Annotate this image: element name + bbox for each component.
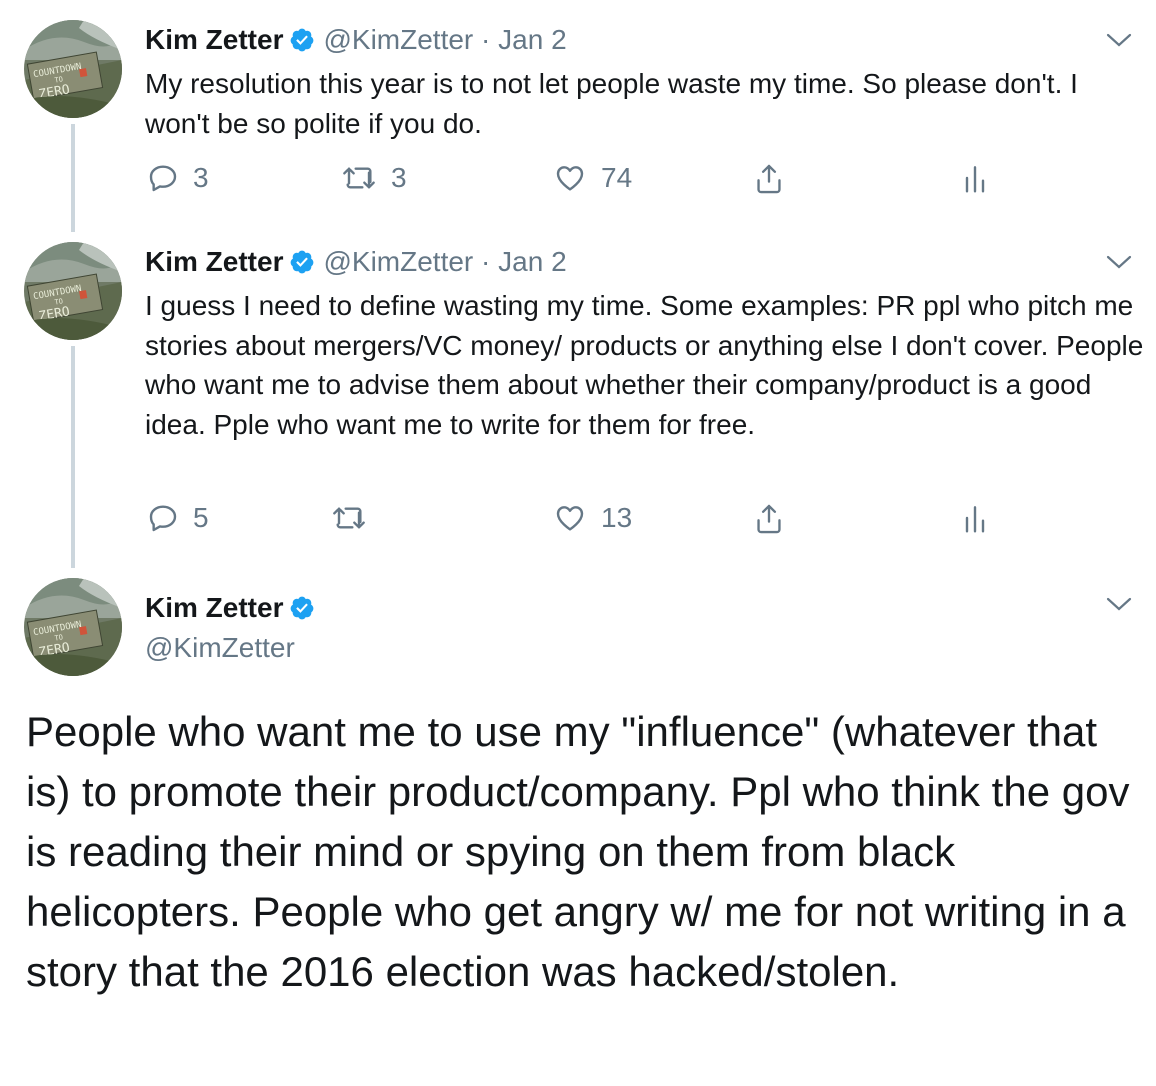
tweet-text: I guess I need to define wasting my time… <box>145 290 1144 440</box>
tweet-header: Kim Zetter <box>145 592 323 624</box>
avatar[interactable] <box>24 20 122 118</box>
reply-icon <box>149 165 177 192</box>
reply-count: 5 <box>193 502 209 533</box>
avatar-image <box>24 578 122 676</box>
avatar[interactable] <box>24 242 122 340</box>
share-icon <box>757 504 781 534</box>
avatar-image <box>24 20 122 118</box>
author-handle-line: @KimZetter <box>145 632 295 664</box>
retweet-count: 3 <box>391 162 407 193</box>
retweet-icon <box>343 167 375 189</box>
like-icon <box>556 506 584 531</box>
tweet-text: My resolution this year is to not let pe… <box>145 68 1078 139</box>
author-name[interactable]: Kim Zetter <box>145 592 283 623</box>
retweet-button[interactable] <box>331 502 381 534</box>
share-icon <box>757 164 781 194</box>
author-handle[interactable]: @KimZetter <box>145 632 295 663</box>
thread-line <box>71 346 75 568</box>
tweet-2[interactable]: Kim Zetter @KimZetter · Jan 2 I guess I n… <box>0 230 1156 570</box>
tweet-actions: 3 3 74 <box>145 162 1005 202</box>
author-name[interactable]: Kim Zetter <box>145 24 283 55</box>
analytics-icon <box>965 166 985 193</box>
reply-button[interactable]: 5 <box>147 502 209 534</box>
tweet-1[interactable]: Kim Zetter @KimZetter · Jan 2 My resoluti… <box>0 0 1156 232</box>
separator-dot: · <box>481 246 491 277</box>
author-handle[interactable]: @KimZetter <box>323 24 473 55</box>
retweet-button[interactable]: 3 <box>341 162 407 194</box>
avatar[interactable] <box>24 578 122 676</box>
like-button[interactable]: 13 <box>553 502 632 534</box>
analytics-button[interactable] <box>963 162 987 194</box>
avatar-image <box>24 242 122 340</box>
share-button[interactable] <box>753 502 785 536</box>
verified-badge-icon <box>291 250 314 274</box>
reply-button[interactable]: 3 <box>147 162 209 194</box>
thread-line <box>71 124 75 232</box>
retweet-icon <box>333 507 365 529</box>
chevron-down-icon[interactable] <box>1106 254 1132 270</box>
reply-count: 3 <box>193 162 209 193</box>
analytics-icon <box>965 506 985 533</box>
tweet-actions: 5 13 <box>145 502 1005 542</box>
tweet-3-main[interactable]: Kim Zetter @KimZetter People who want me… <box>0 570 1156 1086</box>
chevron-down-icon[interactable] <box>1106 596 1132 612</box>
reply-icon <box>149 505 177 532</box>
tweet-date[interactable]: Jan 2 <box>498 24 567 55</box>
tweet-header: Kim Zetter @KimZetter · Jan 2 <box>145 246 567 278</box>
author-handle[interactable]: @KimZetter <box>323 246 473 277</box>
analytics-button[interactable] <box>963 502 987 534</box>
tweet-text: People who want me to use my "influence"… <box>26 708 1130 995</box>
like-count: 74 <box>601 162 633 193</box>
separator-dot: · <box>481 24 491 55</box>
like-count: 13 <box>601 502 633 533</box>
tweet-date[interactable]: Jan 2 <box>498 246 567 277</box>
author-name[interactable]: Kim Zetter <box>145 246 283 277</box>
verified-badge-icon <box>291 596 314 620</box>
share-button[interactable] <box>753 162 785 196</box>
tweet-header: Kim Zetter @KimZetter · Jan 2 <box>145 24 567 56</box>
like-button[interactable]: 74 <box>553 162 632 194</box>
like-icon <box>556 166 584 191</box>
verified-badge-icon <box>291 28 314 52</box>
chevron-down-icon[interactable] <box>1106 32 1132 48</box>
